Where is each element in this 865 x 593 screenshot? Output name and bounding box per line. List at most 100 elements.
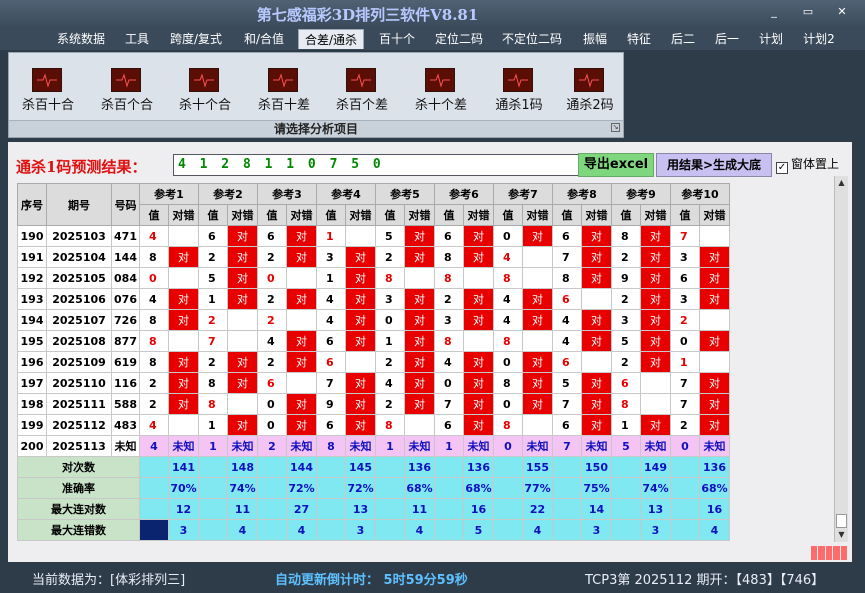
ref-value: 7	[198, 330, 228, 352]
miss-mark	[640, 393, 671, 415]
ref-value: 2	[257, 288, 287, 310]
table-row[interactable]: 194 2025107 726 8 对 2 2 4 对 0 对 3 对 4 对 4 对 3 对 2	[17, 309, 730, 331]
ref-value: 0	[257, 267, 287, 289]
close-button[interactable]: ✕	[834, 5, 850, 19]
table-row[interactable]: 191 2025104 144 8 对 2 对 2 对 3 对 2 对 8 对 4 7 对 2 对 3 对	[17, 246, 730, 268]
row-number: 483	[111, 414, 140, 436]
menu-plan2[interactable]: 计划2	[797, 29, 841, 49]
table-row[interactable]: 192 2025105 084 0 5 对 0 1 对 8 8 8 8 对 9 对 6 对	[17, 267, 730, 289]
stats-value: 22	[522, 498, 553, 520]
menu-span-compound[interactable]: 跨度/复式	[163, 29, 229, 49]
stats-cell-blank	[375, 498, 405, 520]
header-ref-3: 参考3	[257, 183, 317, 205]
ref-value: 0	[257, 414, 287, 436]
stats-value: 3	[581, 519, 612, 541]
ref-value: 6	[434, 225, 464, 247]
chart-icon	[32, 68, 62, 92]
stats-cell-blank	[257, 477, 287, 499]
ref-value: 7	[670, 225, 700, 247]
stats-cell-blank	[493, 456, 523, 478]
row-number: 588	[111, 393, 140, 415]
table-row[interactable]: 197 2025110 116 2 对 8 对 6 7 对 4 对 0 对 8 对 5 对 6 7 对	[17, 372, 730, 394]
ribbon-button-2[interactable]: 杀百个合	[96, 66, 158, 116]
miss-mark	[227, 309, 258, 331]
scroll-thumb[interactable]	[836, 514, 847, 528]
stats-cell-blank	[139, 498, 169, 520]
menu-amplitude[interactable]: 振幅	[576, 29, 614, 49]
ref-value: 8	[139, 309, 169, 331]
ref-value: 2	[139, 372, 169, 394]
ribbon-button-7[interactable]: 通杀1码	[488, 66, 550, 116]
table-row[interactable]: 196 2025109 619 8 对 2 对 2 对 6 2 对 4 对 0 对 6 2 对 1	[17, 351, 730, 373]
stats-cell-blank	[198, 477, 228, 499]
expand-icon[interactable]: ↘	[611, 123, 620, 132]
stats-value: 150	[581, 456, 612, 478]
stats-value: 14	[581, 498, 612, 520]
ref-value: 6	[552, 414, 582, 436]
stats-value: 4	[522, 519, 553, 541]
hit-mark: 对	[345, 288, 376, 310]
stats-value: 11	[404, 498, 435, 520]
menu-last1[interactable]: 后一	[708, 29, 746, 49]
ribbon-button-6[interactable]: 杀十个差	[410, 66, 472, 116]
ref-value: 2	[375, 393, 405, 415]
menu-system-data[interactable]: 系统数据	[51, 29, 111, 49]
ref-value: 8	[493, 414, 523, 436]
ref-value: 2	[670, 414, 700, 436]
menu-plan[interactable]: 计划	[752, 29, 790, 49]
ref-value: 8	[139, 246, 169, 268]
table-row[interactable]: 199 2025112 483 4 1 对 0 对 6 对 8 6 对 8 6 对 1 对 2 对	[17, 414, 730, 436]
ref-value: 8	[611, 393, 641, 415]
ribbon-button-label: 杀百个差	[335, 98, 388, 113]
ribbon-button-5[interactable]: 杀百个差	[331, 66, 393, 116]
menu-unfixed-2[interactable]: 不定位二码	[496, 29, 568, 49]
table-row[interactable]: 195 2025108 877 8 7 4 对 6 对 1 对 8 8 4 对 5 对 0 对	[17, 330, 730, 352]
menu-feature[interactable]: 特征	[620, 29, 658, 49]
miss-mark	[699, 225, 730, 247]
minimize-button[interactable]: _	[766, 5, 782, 19]
stats-cell-blank	[375, 456, 405, 478]
ribbon-button-8[interactable]: 通杀2码	[559, 66, 621, 116]
ribbon-button-4[interactable]: 杀百十差	[253, 66, 315, 116]
table-row[interactable]: 190 2025103 471 4 6 对 6 对 1 5 对 6 对 0 对 6 对 8 对 7	[17, 225, 730, 247]
ribbon-button-1[interactable]: 杀百十合	[17, 66, 79, 116]
miss-mark	[227, 393, 258, 415]
ref-value: 2	[257, 246, 287, 268]
maximize-button[interactable]: ▭	[800, 5, 816, 19]
hit-mark: 对	[581, 267, 612, 289]
menu-fixed-2[interactable]: 定位二码	[429, 29, 489, 49]
row-period: 2025113	[46, 435, 112, 457]
stats-value: 70%	[168, 477, 199, 499]
ribbon-button-label: 通杀1码	[495, 98, 543, 113]
vertical-scrollbar[interactable]: ▲ ▼	[834, 176, 848, 542]
predict-status: 未知	[463, 435, 494, 457]
menu-digits[interactable]: 百十个	[370, 29, 424, 49]
menu-last2[interactable]: 后二	[664, 29, 702, 49]
ref-value: 8	[552, 267, 582, 289]
miss-mark	[286, 267, 317, 289]
export-excel-button[interactable]: 导出excel	[578, 153, 654, 177]
ref-value: 2	[257, 309, 287, 331]
predict-result-field[interactable]: 4 1 2 8 1 1 0 7 5 0	[173, 154, 579, 176]
menu-tools[interactable]: 工具	[118, 29, 156, 49]
scroll-up-icon[interactable]: ▲	[835, 176, 848, 190]
ref-value: 4	[316, 309, 346, 331]
predict-value: 1	[375, 435, 405, 457]
scroll-down-icon[interactable]: ▼	[835, 528, 848, 542]
predict-status: 未知	[286, 435, 317, 457]
header-ref-6: 参考6	[434, 183, 494, 205]
table-row[interactable]: 198 2025111 588 2 对 8 0 对 9 对 2 对 7 对 0 对 7 对 8 7 对	[17, 393, 730, 415]
chart-icon	[574, 68, 604, 92]
ref-value: 8	[434, 267, 464, 289]
ribbon-button-3[interactable]: 杀十个合	[174, 66, 236, 116]
table-row[interactable]: 193 2025106 076 4 对 1 对 2 对 4 对 3 对 2 对 4 对 6 2 对 3 对	[17, 288, 730, 310]
menu-diff-kill[interactable]: 合差/通杀	[298, 29, 364, 49]
menu-sum[interactable]: 和/合值	[236, 29, 292, 49]
row-period: 2025103	[46, 225, 112, 247]
hit-mark: 对	[168, 246, 199, 268]
predict-row[interactable]: 200 2025113 未知 4 未知 1 未知 2 未知 8 未知 1 未知 1 未知 0 未知 7 未知 5 未知 0…	[17, 435, 730, 457]
stats-cell-blank	[316, 477, 346, 499]
subheader-hit: 对错	[404, 204, 435, 226]
topmost-checkbox[interactable]: ✓ 窗体置上	[776, 155, 839, 174]
generate-base-button[interactable]: 用结果>生成大底	[656, 153, 772, 177]
